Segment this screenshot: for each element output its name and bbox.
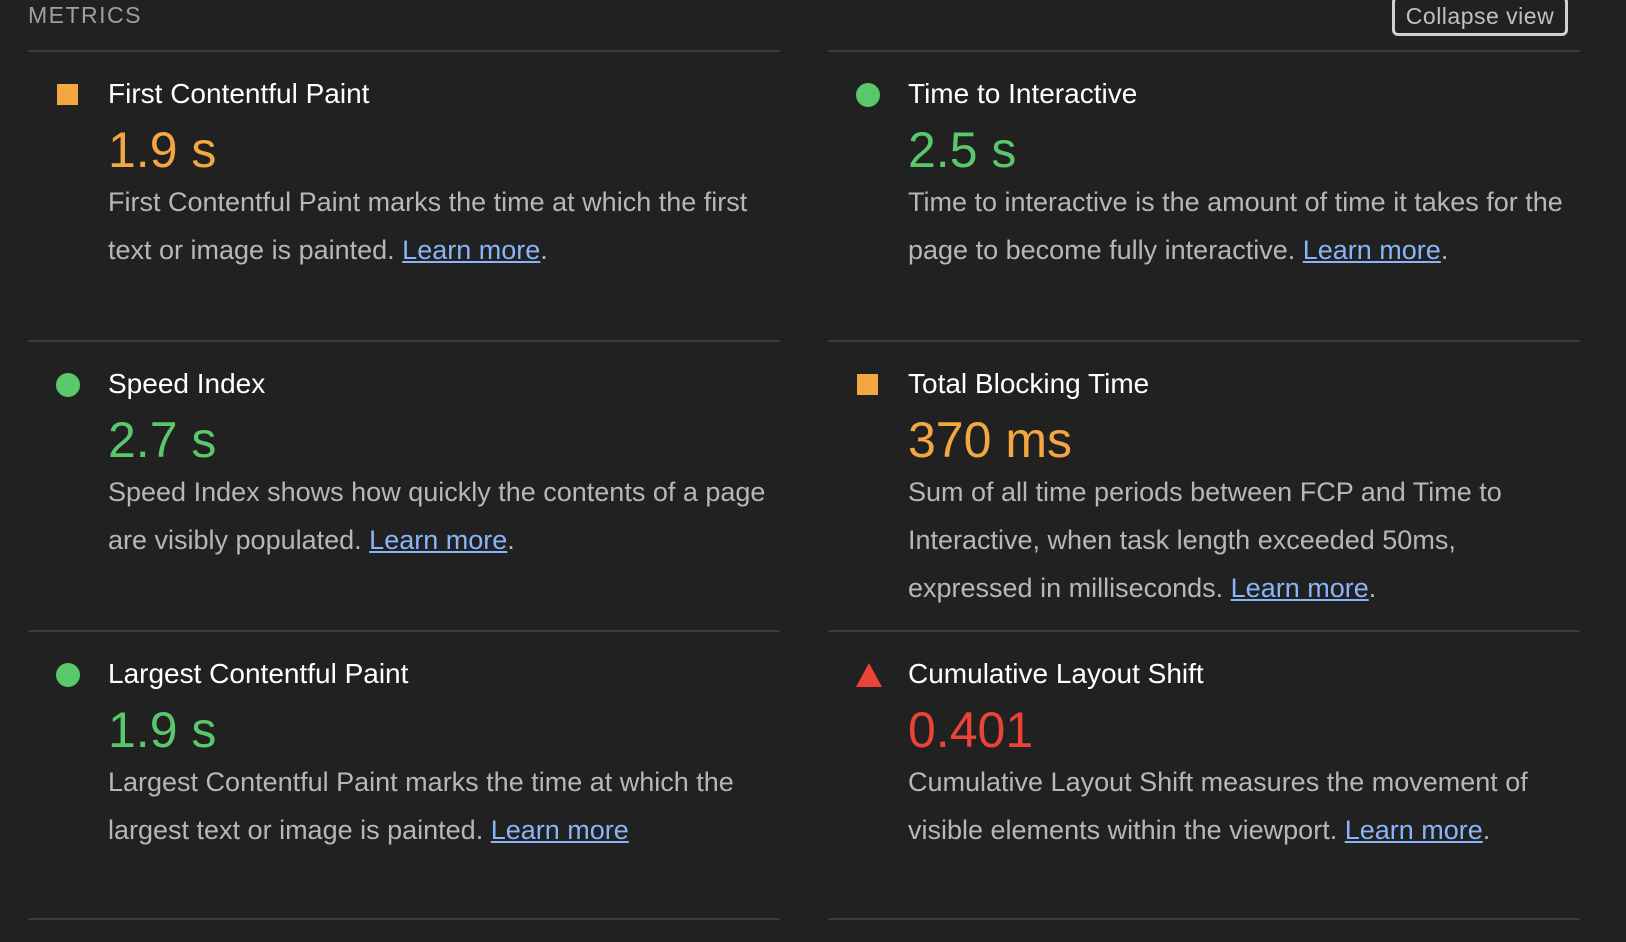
metric-title: Total Blocking Time (908, 368, 1150, 399)
learn-more-link[interactable]: Learn more (369, 525, 507, 555)
metric-title: Speed Index (108, 368, 266, 399)
green-circle-icon (856, 83, 880, 107)
trailing-period: . (1482, 815, 1491, 845)
metric-speed-index: Speed Index 2.7 s Speed Index shows how … (28, 340, 780, 630)
metric-description: Time to interactive is the amount of tim… (908, 178, 1568, 274)
collapse-view-button[interactable]: Collapse view (1392, 0, 1568, 36)
metric-total-blocking-time: Total Blocking Time 370 ms Sum of all ti… (828, 340, 1580, 630)
description-text: Sum of all time periods between FCP and … (908, 477, 1502, 603)
learn-more-link[interactable]: Learn more (1231, 573, 1369, 603)
metric-description: Speed Index shows how quickly the conten… (108, 468, 768, 564)
metric-description: Cumulative Layout Shift measures the mov… (908, 758, 1568, 854)
metric-description: First Contentful Paint marks the time at… (108, 178, 768, 274)
metric-value: 0.401 (908, 702, 1034, 758)
orange-square-icon (57, 84, 78, 105)
metric-description: Largest Contentful Paint marks the time … (108, 758, 768, 854)
metric-value: 1.9 s (108, 122, 217, 178)
metric-time-to-interactive: Time to Interactive 2.5 s Time to intera… (828, 50, 1580, 340)
learn-more-link[interactable]: Learn more (1303, 235, 1441, 265)
trailing-period: . (1440, 235, 1449, 265)
metric-value: 1.9 s (108, 702, 217, 758)
metric-title: Time to Interactive (908, 78, 1138, 109)
metric-largest-contentful-paint: Largest Contentful Paint 1.9 s Largest C… (28, 630, 780, 920)
description-text: Time to interactive is the amount of tim… (908, 187, 1563, 265)
green-circle-icon (56, 373, 80, 397)
metric-first-contentful-paint: First Contentful Paint 1.9 s First Conte… (28, 50, 780, 340)
learn-more-link[interactable]: Learn more (491, 815, 629, 845)
metric-title: First Contentful Paint (108, 78, 370, 109)
metric-value: 370 ms (908, 412, 1072, 468)
trailing-period: . (507, 525, 515, 555)
learn-more-link[interactable]: Learn more (402, 235, 540, 265)
trailing-period: . (540, 235, 548, 265)
metric-value: 2.5 s (908, 122, 1017, 178)
metric-value: 2.7 s (108, 412, 217, 468)
metrics-panel: METRICS Collapse view First Contentful P… (0, 0, 1626, 942)
green-circle-icon (56, 663, 80, 687)
description-text: Largest Contentful Paint marks the time … (108, 767, 734, 845)
metric-description: Sum of all time periods between FCP and … (908, 468, 1568, 612)
metrics-grid: First Contentful Paint 1.9 s First Conte… (28, 50, 1580, 920)
metric-cumulative-layout-shift: Cumulative Layout Shift 0.401 Cumulative… (828, 630, 1580, 920)
trailing-period: . (1368, 573, 1377, 603)
red-triangle-icon (856, 663, 882, 687)
learn-more-link[interactable]: Learn more (1345, 815, 1483, 845)
orange-square-icon (857, 374, 878, 395)
metric-title: Cumulative Layout Shift (908, 658, 1204, 689)
metric-title: Largest Contentful Paint (108, 658, 409, 689)
section-title: METRICS (28, 2, 142, 28)
